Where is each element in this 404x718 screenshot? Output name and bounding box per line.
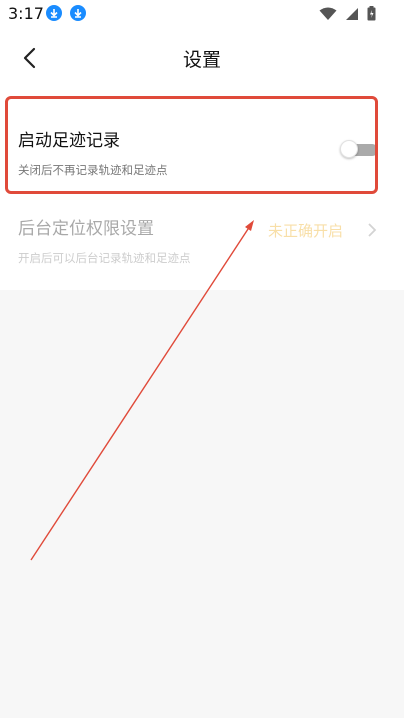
setting-title: 后台定位权限设置 bbox=[18, 219, 154, 239]
setting-subtitle: 开启后可以后台记录轨迹和足迹点 bbox=[18, 251, 191, 265]
download-icon bbox=[46, 5, 62, 21]
signal-icon bbox=[345, 6, 359, 25]
download-icon bbox=[70, 5, 86, 21]
page-title: 设置 bbox=[182, 48, 221, 71]
status-time: 3:17 bbox=[8, 4, 44, 23]
status-bar: 3:17 bbox=[0, 0, 404, 28]
highlight-box bbox=[5, 96, 378, 194]
settings-screen: 3:17 设置 启动足迹记录 关闭后不再记录轨迹和足迹点 后台定位权限设置 开启… bbox=[0, 0, 404, 718]
status-text: 未正确开启 bbox=[268, 222, 344, 240]
chevron-right-icon bbox=[366, 222, 378, 238]
back-button[interactable] bbox=[18, 46, 42, 70]
wifi-icon bbox=[319, 6, 337, 25]
battery-icon bbox=[367, 6, 376, 25]
nav-bar: 设置 bbox=[0, 28, 404, 88]
chevron-left-icon bbox=[23, 47, 36, 69]
setting-row-background-location[interactable]: 后台定位权限设置 开启后可以后台记录轨迹和足迹点 未正确开启 bbox=[0, 196, 404, 288]
